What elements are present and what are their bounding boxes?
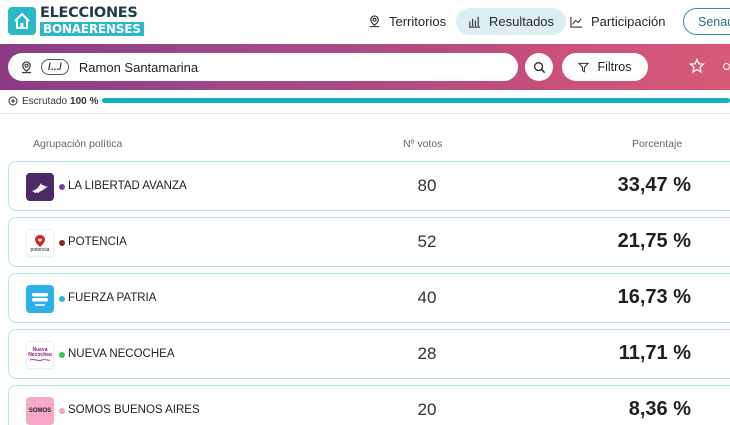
party-name: NUEVA NECOCHEA (68, 348, 175, 360)
senado-label: Senado (698, 14, 730, 29)
filter-label: Filtros (597, 60, 632, 74)
party-logo (26, 285, 54, 313)
escrutado-label: Escrutado (22, 95, 68, 107)
escrutado-progress-fill (102, 98, 730, 103)
party-logo-text: SOMOS (28, 408, 52, 414)
site-logo[interactable]: ELECCIONES BONAERENSES (8, 6, 144, 36)
search-icon (533, 61, 545, 73)
party-percentage: 21,75 % (617, 230, 691, 252)
party-name: LA LIBERTAD AVANZA (68, 180, 187, 192)
logo-title: ELECCIONES (40, 5, 138, 21)
party-color-dot (59, 296, 65, 302)
bar-chart-icon (468, 16, 481, 28)
search-value: Ramon Santamarina (78, 59, 199, 75)
nav-territorios[interactable]: Territorios (358, 8, 456, 35)
wave-icon (29, 358, 51, 362)
senado-button[interactable]: Senado (683, 8, 730, 35)
party-percentage: 11,71 % (618, 342, 691, 364)
party-logo: Nueva Necochea (26, 341, 54, 369)
search-input[interactable]: /.../ Ramon Santamarina (8, 53, 518, 81)
escrutado-value: 100 % (70, 95, 99, 107)
nav-resultados-label: Resultados (489, 14, 555, 29)
party-votes: 40 (417, 288, 437, 307)
party-percentage: 8,36 % (628, 398, 691, 420)
nav-participacion-label: Participación (591, 14, 666, 29)
table-row[interactable]: SOMOS SOMOS BUENOS AIRES 20 8,36 % (8, 385, 730, 425)
escrutado-status: Escrutado 100 % (8, 95, 98, 107)
party-name: POTENCIA (68, 236, 127, 248)
column-header-votes: Nº votos (403, 138, 443, 150)
party-color-dot (59, 352, 65, 358)
search-bar: /.../ Ramon Santamarina Filtros (0, 44, 730, 90)
party-votes: 80 (417, 176, 437, 195)
location-pin-icon (21, 60, 32, 73)
nav-territorios-label: Territorios (389, 14, 447, 29)
party-logo: potencia (26, 229, 54, 257)
logo-subtitle: BONAERENSES (40, 21, 144, 36)
search-button[interactable] (525, 53, 553, 81)
nav-participacion[interactable]: Participación (560, 8, 675, 35)
party-logo: SOMOS (26, 397, 54, 425)
party-logo (26, 173, 54, 201)
map-pin-icon (369, 15, 380, 28)
info-circle-icon (8, 96, 18, 106)
party-percentage: 16,73 % (617, 286, 691, 308)
star-icon[interactable] (689, 58, 705, 74)
table-row[interactable]: potencia POTENCIA 52 21,75 % (8, 217, 730, 267)
divider (0, 113, 730, 114)
party-logo-text: Nueva Necochea (28, 347, 52, 358)
home-icon (8, 6, 36, 35)
heart-pin-icon (35, 234, 45, 247)
table-row[interactable]: FUERZA PATRIA 40 16,73 % (8, 273, 730, 323)
column-header-percentage: Porcentaje (632, 138, 683, 150)
share-icon[interactable] (723, 63, 730, 70)
party-color-dot (59, 408, 65, 414)
table-row[interactable]: Nueva Necochea NUEVA NECOCHEA 28 11,71 % (8, 329, 730, 379)
column-header-party: Agrupación política (33, 138, 123, 150)
escrutado-progress (102, 98, 730, 103)
party-votes: 52 (417, 232, 437, 251)
line-chart-icon (570, 16, 583, 28)
party-name: FUERZA PATRIA (68, 292, 157, 304)
table-row[interactable]: LA LIBERTAD AVANZA 80 33,47 % (8, 161, 730, 211)
party-percentage: 33,47 % (617, 174, 691, 196)
flag-logo-icon (32, 293, 48, 306)
dove-icon (32, 183, 48, 194)
party-color-dot (59, 240, 65, 246)
party-color-dot (59, 184, 65, 190)
filter-button[interactable]: Filtros (562, 53, 648, 81)
party-logo-text: potencia (30, 246, 50, 253)
party-votes: 28 (417, 344, 437, 363)
header: ELECCIONES BONAERENSES Territorios Resul… (0, 0, 730, 44)
party-votes: 20 (417, 400, 437, 419)
nav-resultados[interactable]: Resultados (456, 8, 567, 35)
party-name: SOMOS BUENOS AIRES (68, 404, 200, 416)
path-chip[interactable]: /.../ (41, 59, 69, 75)
filter-icon (578, 62, 590, 72)
